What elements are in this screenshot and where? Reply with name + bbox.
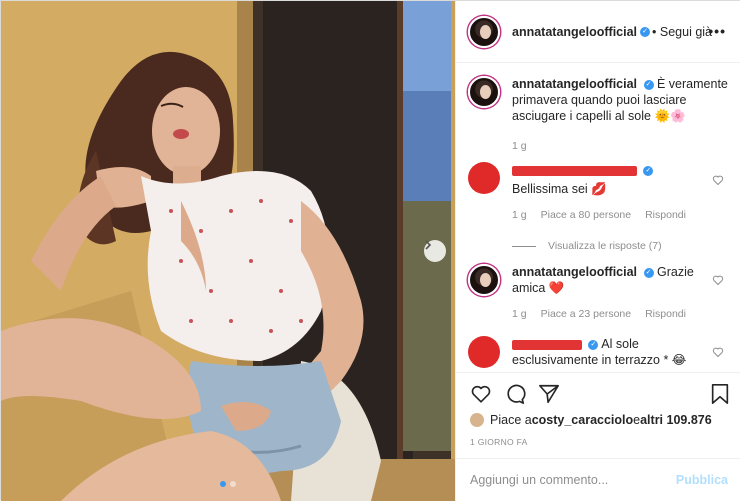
like-comment-heart-icon[interactable] (712, 346, 724, 358)
verified-badge-icon: ✓ (640, 26, 651, 37)
comment-age: 1 g (512, 209, 527, 221)
post-photo-illustration (1, 1, 455, 501)
post-image[interactable] (1, 1, 455, 501)
verified-badge-icon: ✓ (643, 79, 654, 90)
comments-list: annatatangeloofficial ✓ È veramente prim… (456, 64, 740, 372)
post-actions: Piace a costy_caracciolo e altri 109.876… (456, 372, 740, 458)
like-comment-heart-icon[interactable] (712, 274, 724, 286)
author-username[interactable]: annatatangeloofficial (512, 25, 637, 39)
post-header: annatatangeloofficial ✓ • Segui già ••• (456, 1, 740, 63)
add-comment-bar: Pubblica (456, 458, 740, 501)
instagram-post: annatatangeloofficial ✓ • Segui già ••• … (0, 0, 740, 501)
comment-input[interactable] (470, 473, 676, 487)
likes-middle: e (633, 413, 641, 427)
commenter-avatar-redacted[interactable] (468, 162, 500, 194)
comment-likes-link[interactable]: Piace a 80 persone (541, 207, 631, 223)
carousel-indicator (1, 481, 455, 487)
comment-text: Bellissima sei 💋 (512, 182, 607, 196)
more-options-icon[interactable]: ••• (708, 23, 726, 39)
liker-username[interactable]: costy_caracciolo (532, 413, 633, 427)
next-image-button[interactable] (424, 240, 446, 262)
caption-avatar[interactable] (468, 76, 500, 108)
bookmark-icon[interactable] (710, 383, 730, 405)
share-send-icon[interactable] (538, 383, 560, 405)
likes-prefix: Piace a (490, 413, 532, 427)
reply-button[interactable]: Rispondi (645, 306, 686, 322)
verified-badge-icon: ✓ (588, 339, 599, 350)
comment-age: 1 g (512, 308, 527, 320)
comment-bubble-icon[interactable] (504, 383, 526, 405)
follow-status[interactable]: • Segui già (652, 25, 712, 39)
caption-age: 1 g (512, 140, 527, 152)
caption-author[interactable]: annatatangeloofficial (512, 77, 637, 91)
author-avatar[interactable] (468, 15, 500, 48)
verified-badge-icon: ✓ (643, 267, 654, 278)
likes-others-link[interactable]: altri 109.876 (640, 413, 712, 427)
carousel-dot (230, 481, 236, 487)
post-sidebar: annatatangeloofficial ✓ • Segui già ••• … (455, 1, 740, 501)
chevron-right-icon (425, 240, 432, 250)
like-comment-heart-icon[interactable] (712, 174, 724, 186)
view-replies-button[interactable]: Visualizza le risposte (7) (512, 240, 662, 252)
carousel-dot-active (220, 481, 226, 487)
publish-button[interactable]: Pubblica (676, 473, 728, 487)
reply-button[interactable]: Rispondi (645, 207, 686, 223)
comment-author[interactable]: annatatangeloofficial (512, 265, 637, 279)
like-heart-icon[interactable] (470, 383, 492, 405)
liker-avatar[interactable] (470, 413, 484, 427)
commenter-avatar-redacted[interactable] (468, 336, 500, 368)
commenter-avatar[interactable] (468, 264, 500, 296)
redacted-username (512, 339, 582, 350)
likes-summary: Piace a costy_caracciolo e altri 109.876 (470, 413, 712, 427)
post-timestamp: 1 GIORNO FA (470, 437, 528, 447)
redacted-username (512, 165, 637, 176)
comment-likes-link[interactable]: Piace a 23 persone (541, 306, 631, 322)
verified-badge-icon: ✓ (643, 165, 654, 176)
